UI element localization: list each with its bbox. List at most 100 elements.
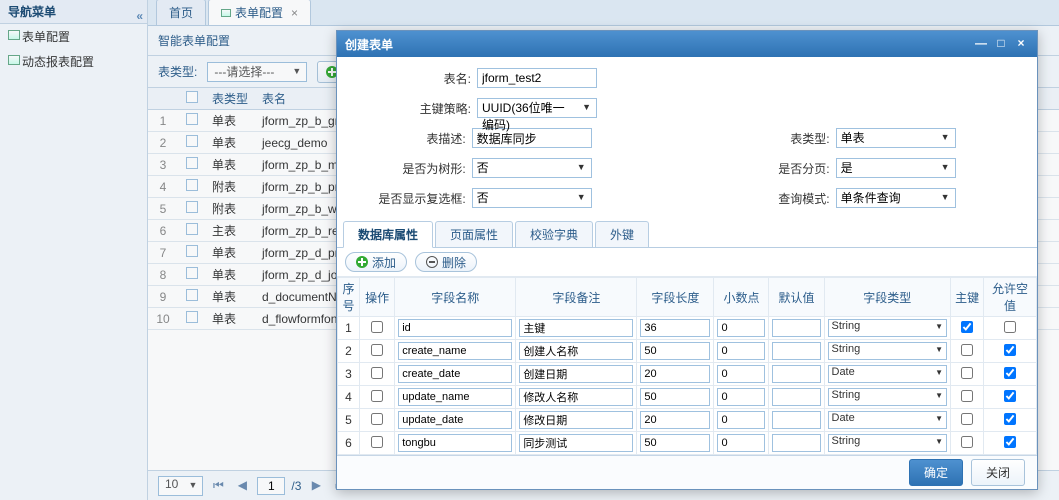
- field-def-input[interactable]: [772, 365, 820, 383]
- nullable-checkbox[interactable]: [1004, 436, 1016, 448]
- field-row: 3Date: [338, 363, 1037, 386]
- field-row: 2String: [338, 340, 1037, 363]
- field-def-input[interactable]: [772, 319, 820, 337]
- pk-checkbox[interactable]: [961, 413, 973, 425]
- field-type-select[interactable]: String: [828, 434, 948, 452]
- field-name-input[interactable]: [398, 411, 512, 429]
- field-row: 1String: [338, 317, 1037, 340]
- field-remark-input[interactable]: [519, 342, 633, 360]
- field-dec-input[interactable]: [717, 388, 765, 406]
- label-paged: 是否分页:: [663, 160, 836, 177]
- field-row: 4String: [338, 386, 1037, 409]
- field-name-input[interactable]: [398, 388, 512, 406]
- delete-field-button[interactable]: 删除: [415, 252, 477, 272]
- dh-op: 操作: [360, 278, 395, 317]
- row-op-checkbox[interactable]: [371, 390, 383, 402]
- select-table-type[interactable]: 单表: [836, 128, 956, 148]
- field-dec-input[interactable]: [717, 342, 765, 360]
- pk-checkbox[interactable]: [961, 390, 973, 402]
- label-checkbox: 是否显示复选框:: [347, 190, 472, 207]
- dh-name: 字段名称: [395, 278, 516, 317]
- itab-fk[interactable]: 外键: [595, 221, 649, 247]
- nullable-checkbox[interactable]: [1004, 321, 1016, 333]
- field-dec-input[interactable]: [717, 319, 765, 337]
- inner-tabs: 数据库属性 页面属性 校验字典 外键: [337, 221, 1037, 248]
- select-pk-strategy[interactable]: UUID(36位唯一编码): [477, 98, 597, 118]
- field-row: 5Date: [338, 409, 1037, 432]
- pk-checkbox[interactable]: [961, 367, 973, 379]
- field-def-input[interactable]: [772, 434, 820, 452]
- label-pk: 主键策略:: [347, 100, 477, 117]
- field-dec-input[interactable]: [717, 411, 765, 429]
- field-name-input[interactable]: [398, 342, 512, 360]
- nullable-checkbox[interactable]: [1004, 390, 1016, 402]
- field-type-select[interactable]: String: [828, 388, 948, 406]
- field-len-input[interactable]: [640, 319, 710, 337]
- field-len-input[interactable]: [640, 434, 710, 452]
- dh-type: 字段类型: [824, 278, 951, 317]
- field-def-input[interactable]: [772, 388, 820, 406]
- close-button[interactable]: 关闭: [971, 459, 1025, 486]
- label-tree: 是否为树形:: [347, 160, 472, 177]
- maximize-icon[interactable]: □: [993, 37, 1009, 51]
- field-type-select[interactable]: Date: [828, 365, 948, 383]
- select-is-paged[interactable]: 是: [836, 158, 956, 178]
- field-type-select[interactable]: Date: [828, 411, 948, 429]
- field-def-input[interactable]: [772, 342, 820, 360]
- row-op-checkbox[interactable]: [371, 413, 383, 425]
- dh-null: 允许空值: [984, 278, 1037, 317]
- itab-valid-dict[interactable]: 校验字典: [515, 221, 593, 247]
- add-icon: [356, 256, 368, 268]
- input-table-name[interactable]: [477, 68, 597, 88]
- field-remark-input[interactable]: [519, 319, 633, 337]
- field-name-input[interactable]: [398, 434, 512, 452]
- field-name-input[interactable]: [398, 319, 512, 337]
- field-remark-input[interactable]: [519, 365, 633, 383]
- select-query-mode[interactable]: 单条件查询: [836, 188, 956, 208]
- field-type-select[interactable]: String: [828, 342, 948, 360]
- dh-dec: 小数点: [714, 278, 769, 317]
- row-op-checkbox[interactable]: [371, 344, 383, 356]
- fields-table: 序号 操作 字段名称 字段备注 字段长度 小数点 默认值 字段类型 主键 允许空…: [337, 277, 1037, 455]
- select-is-tree[interactable]: 否: [472, 158, 592, 178]
- field-dec-input[interactable]: [717, 365, 765, 383]
- field-len-input[interactable]: [640, 388, 710, 406]
- modal-titlebar[interactable]: 创建表单 — □ ×: [337, 31, 1037, 57]
- inner-toolbar: 添加 删除: [337, 248, 1037, 277]
- dh-def: 默认值: [769, 278, 824, 317]
- field-name-input[interactable]: [398, 365, 512, 383]
- field-row: 6String: [338, 432, 1037, 455]
- row-op-checkbox[interactable]: [371, 367, 383, 379]
- modal-footer: 确定 关闭: [337, 455, 1037, 489]
- close-modal-icon[interactable]: ×: [1013, 37, 1029, 51]
- label-table-type: 表类型:: [663, 130, 836, 147]
- ok-button[interactable]: 确定: [909, 459, 963, 486]
- field-len-input[interactable]: [640, 365, 710, 383]
- field-remark-input[interactable]: [519, 411, 633, 429]
- field-def-input[interactable]: [772, 411, 820, 429]
- field-remark-input[interactable]: [519, 434, 633, 452]
- create-form-modal: 创建表单 — □ × 表名: 主键策略: UUID(36位唯一编码) 表描述: …: [336, 30, 1038, 490]
- pk-checkbox[interactable]: [961, 436, 973, 448]
- nullable-checkbox[interactable]: [1004, 367, 1016, 379]
- delete-icon: [426, 256, 438, 268]
- nullable-checkbox[interactable]: [1004, 413, 1016, 425]
- dh-pk: 主键: [951, 278, 984, 317]
- select-show-checkbox[interactable]: 否: [472, 188, 592, 208]
- itab-page-props[interactable]: 页面属性: [435, 221, 513, 247]
- itab-db-props[interactable]: 数据库属性: [343, 221, 433, 248]
- pk-checkbox[interactable]: [961, 321, 973, 333]
- nullable-checkbox[interactable]: [1004, 344, 1016, 356]
- field-len-input[interactable]: [640, 342, 710, 360]
- pk-checkbox[interactable]: [961, 344, 973, 356]
- row-op-checkbox[interactable]: [371, 436, 383, 448]
- row-op-checkbox[interactable]: [371, 321, 383, 333]
- form-area: 表名: 主键策略: UUID(36位唯一编码) 表描述: 表类型: 单表 是否为…: [337, 57, 1037, 219]
- field-len-input[interactable]: [640, 411, 710, 429]
- add-field-button[interactable]: 添加: [345, 252, 407, 272]
- field-dec-input[interactable]: [717, 434, 765, 452]
- dh-seq: 序号: [338, 278, 360, 317]
- field-remark-input[interactable]: [519, 388, 633, 406]
- minimize-icon[interactable]: —: [973, 37, 989, 51]
- field-type-select[interactable]: String: [828, 319, 948, 337]
